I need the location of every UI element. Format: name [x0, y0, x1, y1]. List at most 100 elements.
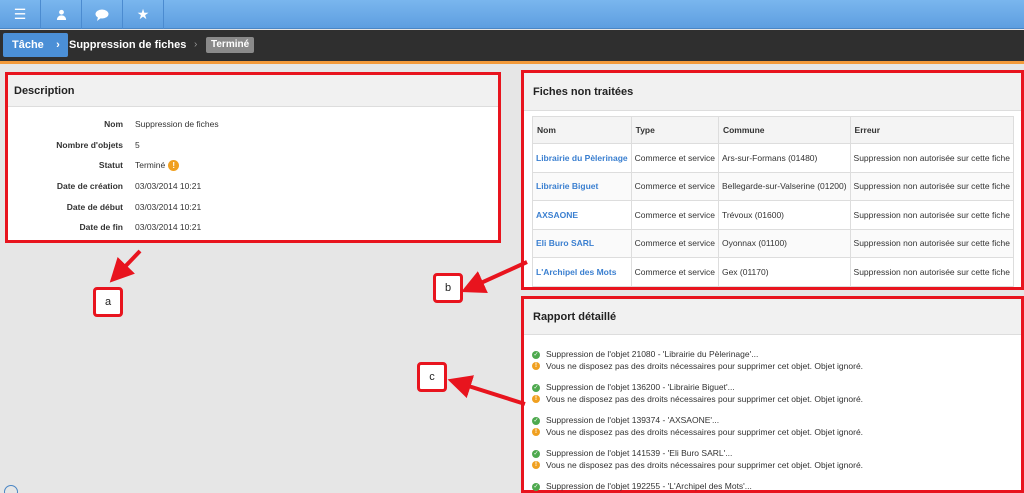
log-entry-ok: ✓ Suppression de l'objet 136200 - 'Librai… — [532, 382, 863, 394]
log-text: Vous ne disposez pas des droits nécessai… — [546, 360, 864, 371]
fiche-link[interactable]: Librairie Biguet — [532, 171, 632, 201]
column-header-type[interactable]: Type — [630, 116, 719, 144]
check-icon: ✓ — [532, 482, 540, 491]
warning-icon: ! — [168, 160, 180, 172]
table-cell: Suppression non autorisée sur cette fich… — [849, 200, 1014, 230]
breadcrumb: Tâche › Suppression de fiches › Terminé — [0, 30, 1024, 61]
desc-value-status: Terminé! — [135, 159, 180, 172]
table-cell: Suppression non autorisée sur cette fich… — [849, 171, 1014, 201]
chat-icon[interactable] — [82, 0, 123, 29]
log-entry-ok: ✓ Suppression de l'objet 21080 - 'Librair… — [532, 349, 863, 361]
desc-label: Nom — [104, 119, 123, 129]
check-icon: ✓ — [532, 350, 540, 359]
table-cell: Commerce et service — [630, 143, 719, 173]
fiche-link[interactable]: Eli Buro SARL — [532, 228, 632, 258]
warning-icon: ! — [532, 428, 540, 437]
desc-value: 03/03/2014 10:21 — [135, 222, 202, 232]
table-row: AXSAONE Commerce et service Trévoux (016… — [532, 200, 1014, 230]
desc-label: Date de création — [56, 181, 123, 191]
arrow-b — [461, 260, 528, 293]
log-entry-warning: ! Vous ne disposez pas des droits nécessa… — [532, 394, 863, 406]
table-cell: Suppression non autorisée sur cette fich… — [849, 228, 1014, 258]
log-text: Suppression de l'objet 136200 - 'Librair… — [546, 382, 735, 392]
desc-value: 5 — [135, 140, 140, 150]
check-icon: ✓ — [532, 449, 540, 458]
desc-value: Suppression de fiches — [135, 119, 219, 129]
log-entry-ok: ✓ Suppression de l'objet 141539 - 'Eli Bu… — [532, 448, 863, 460]
table-cell: Bellegarde-sur-Valserine (01200) — [717, 171, 851, 201]
chevron-right-icon: › — [194, 39, 198, 50]
desc-row: Nombre d'objets 5 — [8, 139, 498, 151]
warning-icon: ! — [532, 461, 540, 470]
desc-value: 03/03/2014 10:21 — [135, 202, 202, 212]
fiches-table: Nom Type Commune Erreur Librairie du Pèl… — [532, 116, 1014, 287]
check-icon: ✓ — [532, 416, 540, 425]
status-text: Terminé — [135, 160, 166, 170]
fiche-link[interactable]: Librairie du Pèlerinage — [532, 143, 632, 173]
breadcrumb-root-tache[interactable]: Tâche › — [3, 33, 68, 57]
callout-c: c — [417, 362, 447, 392]
column-header-erreur[interactable]: Erreur — [849, 116, 1014, 144]
callout-a: a — [93, 287, 123, 317]
desc-value: 03/03/2014 10:21 — [135, 181, 202, 191]
page-title: Suppression de fiches — [69, 39, 187, 51]
table-cell: Suppression non autorisée sur cette fich… — [849, 143, 1014, 173]
table-cell: Commerce et service — [630, 257, 719, 287]
desc-row: Nom Suppression de fiches — [8, 118, 498, 130]
panel-title: Fiches non traitées — [524, 73, 1021, 111]
column-header-nom[interactable]: Nom — [532, 116, 632, 144]
user-icon[interactable] — [41, 0, 82, 29]
desc-row: Statut Terminé! — [8, 159, 498, 172]
log-entry-ok: ✓ Suppression de l'objet 139374 - 'AXSAON… — [532, 415, 863, 427]
desc-row: Date de début 03/03/2014 10:21 — [8, 201, 498, 213]
table-row: L'Archipel des Mots Commerce et service … — [532, 257, 1014, 287]
log-entry-warning: ! Vous ne disposez pas des droits nécessa… — [532, 460, 863, 472]
chevron-right-icon: › — [56, 39, 60, 51]
desc-label: Nombre d'objets — [56, 140, 123, 150]
table-row: Librairie du Pèlerinage Commerce et serv… — [532, 143, 1014, 173]
log-text: Vous ne disposez pas des droits nécessai… — [546, 426, 864, 437]
fiche-link[interactable]: AXSAONE — [532, 200, 632, 230]
arrow-c — [447, 375, 526, 406]
table-cell: Commerce et service — [630, 228, 719, 258]
fiche-link[interactable]: L'Archipel des Mots — [532, 257, 632, 287]
divider — [0, 61, 1024, 64]
fiches-non-traitees-panel: Fiches non traitées Nom Type Commune Err… — [521, 70, 1024, 290]
table-cell: Ars-sur-Formans (01480) — [717, 143, 851, 173]
table-row: Eli Buro SARL Commerce et service Oyonna… — [532, 228, 1014, 258]
panel-title: Description — [8, 75, 498, 107]
warning-icon: ! — [532, 395, 540, 404]
top-nav-bar: ☰ ★ — [0, 0, 1024, 29]
table-cell: Commerce et service — [630, 200, 719, 230]
table-cell: Trévoux (01600) — [717, 200, 851, 230]
table-row: Librairie Biguet Commerce et service Bel… — [532, 171, 1014, 201]
menu-icon[interactable]: ☰ — [0, 0, 41, 29]
desc-label: Statut — [98, 160, 123, 170]
log-entry-warning: ! Vous ne disposez pas des droits nécessa… — [532, 427, 863, 439]
log-text: Suppression de l'objet 141539 - 'Eli Bur… — [546, 448, 733, 458]
check-icon: ✓ — [532, 383, 540, 392]
log-text: Suppression de l'objet 192255 - 'L'Archi… — [546, 481, 752, 491]
arrow-a — [109, 249, 142, 283]
table-cell: Oyonnax (01100) — [717, 228, 851, 258]
warning-icon: ! — [532, 362, 540, 371]
desc-label: Date de fin — [79, 222, 123, 232]
log-text: Vous ne disposez pas des droits nécessai… — [546, 393, 864, 404]
log-text: Vous ne disposez pas des droits nécessai… — [546, 459, 864, 470]
table-cell: Gex (01170) — [717, 257, 851, 287]
circle-icon — [4, 485, 18, 493]
column-header-commune[interactable]: Commune — [717, 116, 851, 144]
rapport-detaille-panel: Rapport détaillé ✓ Suppression de l'objet… — [521, 296, 1024, 493]
star-icon[interactable]: ★ — [123, 0, 164, 29]
status-badge: Terminé — [206, 37, 255, 53]
callout-b: b — [433, 273, 463, 303]
table-cell: Suppression non autorisée sur cette fich… — [849, 257, 1014, 287]
log-entry-ok: ✓ Suppression de l'objet 192255 - 'L'Arch… — [532, 481, 863, 493]
log-text: Suppression de l'objet 21080 - 'Librairi… — [546, 349, 759, 359]
breadcrumb-root-label: Tâche — [12, 39, 44, 51]
description-panel: Description Nom Suppression de fiches No… — [5, 72, 501, 243]
panel-title: Rapport détaillé — [524, 299, 1021, 335]
log-text: Suppression de l'objet 139374 - 'AXSAONE… — [546, 415, 720, 425]
desc-row: Date de création 03/03/2014 10:21 — [8, 180, 498, 192]
desc-label: Date de début — [66, 202, 123, 212]
